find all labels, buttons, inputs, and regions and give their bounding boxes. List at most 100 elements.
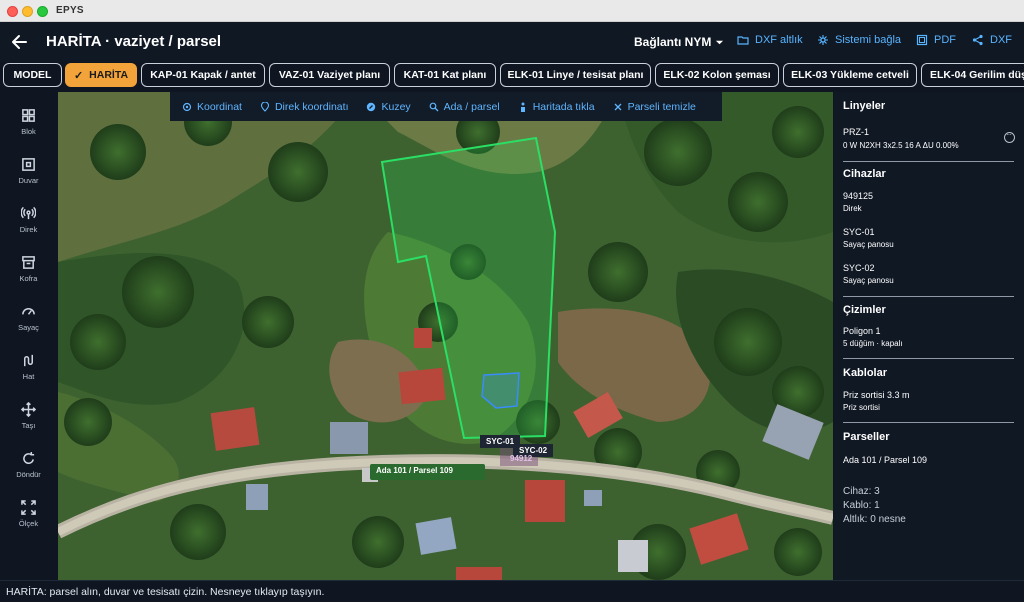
pole-coordinate-label: Direk koordinatı — [274, 100, 349, 113]
coordinate-label: Koordinat — [197, 100, 242, 113]
tab-label: ELK-01 Linye / tesisat planı — [507, 69, 644, 81]
parcel-label[interactable]: Ada 101 / Parsel 109 — [370, 464, 485, 480]
device-item-type: Direk — [843, 204, 862, 213]
tool-label: Döndür — [16, 470, 41, 479]
window-title: EPYS — [56, 5, 84, 16]
line-item-name[interactable]: PRZ-1 — [843, 127, 869, 137]
back-button[interactable] — [10, 32, 30, 52]
clear-parcel-label: Parseli temizle — [627, 100, 696, 113]
coordinate-button[interactable]: Koordinat — [182, 101, 242, 113]
tab-label: ELK-04 Gerilim düşü — [930, 69, 1024, 81]
connect-system-label: Sistemi bağla — [835, 34, 902, 46]
device-item-name[interactable]: SYC-02 — [843, 263, 875, 273]
clear-parcel-button[interactable]: Parseli temizle — [613, 101, 696, 113]
tab-label: ELK-03 Yükleme cetveli — [791, 69, 909, 81]
device-item-name[interactable]: 949125 — [843, 191, 873, 201]
tool-tasi[interactable]: Taşı — [0, 402, 57, 446]
pdf-button[interactable]: PDF — [916, 34, 956, 46]
close-window-button[interactable] — [7, 6, 18, 17]
wall-icon — [22, 158, 35, 171]
tool-kofra[interactable]: Kofra — [0, 255, 57, 299]
rotate-icon — [23, 451, 35, 464]
tool-duvar[interactable]: Duvar — [0, 157, 57, 201]
cable-item-name[interactable]: Priz sortisi 3.3 m — [843, 390, 910, 400]
connection-label: Bağlantı NYM — [634, 35, 712, 49]
tab-elk-02[interactable]: ELK-02 Kolon şeması — [655, 63, 779, 87]
island-parcel-label: Ada / parsel — [443, 100, 500, 113]
pole-label: 94912 — [510, 454, 533, 463]
hand-icon — [520, 102, 525, 112]
dxf-export-button[interactable]: DXF — [972, 34, 1012, 46]
tab-vaz-01[interactable]: VAZ-01 Vaziyet planı — [269, 63, 390, 87]
cable-count: Kablo: 1 — [843, 500, 880, 511]
divider — [843, 161, 1014, 162]
tab-elk-04[interactable]: ELK-04 Gerilim düşü — [921, 63, 1024, 87]
drawing-item-detail: 5 düğüm · kapalı — [843, 339, 903, 348]
tool-label: Duvar — [18, 176, 39, 185]
tool-label: Direk — [19, 225, 38, 234]
parcel-item-name[interactable]: Ada 101 / Parsel 109 — [843, 455, 927, 465]
parcel-polygon[interactable] — [380, 136, 557, 440]
tool-label: Blok — [21, 127, 36, 136]
tool-olcek[interactable]: Ölçek — [0, 500, 57, 544]
cables-section-title: Kablolar — [843, 367, 888, 379]
grid-icon — [22, 109, 35, 122]
tab-elk-01[interactable]: ELK-01 Linye / tesisat planı — [500, 63, 651, 87]
tool-label: Hat — [22, 372, 35, 381]
line-item-detail: 0 W N2XH 3x2.5 16 A ΔU 0.00% — [843, 141, 959, 150]
tab-kat-01[interactable]: KAT-01 Kat planı — [394, 63, 496, 87]
zoom-window-button[interactable] — [37, 6, 48, 17]
app: HARİTA · vaziyet / parsel Bağlantı NYM D… — [0, 22, 1024, 602]
search-icon — [429, 102, 439, 111]
parcel-overlay[interactable] — [58, 92, 833, 580]
properties-panel: Linyeler PRZ-1 0 W N2XH 3x2.5 16 A ΔU 0.… — [834, 92, 1024, 580]
tab-model[interactable]: MODEL — [3, 63, 62, 87]
tool-label: Kofra — [19, 274, 38, 283]
minimize-window-button[interactable] — [22, 6, 33, 17]
tool-blok[interactable]: Blok — [0, 108, 57, 152]
map-canvas[interactable]: SYC-01 SYC-02 94912 Ada 101 / Parsel 109… — [58, 92, 833, 580]
divider — [843, 422, 1014, 423]
status-text: HARİTA: parsel alın, duvar ve tesisatı ç… — [6, 586, 325, 598]
dxf-base-button[interactable]: DXF altlık — [737, 34, 803, 46]
folder-icon — [737, 36, 749, 45]
tab-label: HARİTA — [89, 69, 129, 81]
parcels-section-title: Parseller — [843, 431, 890, 443]
tab-label: KAP-01 Kapak / antet — [150, 69, 256, 81]
line-icon — [24, 354, 33, 367]
status-bar: HARİTA: parsel alın, duvar ve tesisatı ç… — [0, 580, 1024, 602]
drawing-item-name[interactable]: Poligon 1 — [843, 326, 881, 336]
pin-icon — [260, 101, 270, 112]
move-icon — [21, 402, 36, 417]
arrow-left-icon — [12, 35, 27, 49]
divider — [843, 358, 1014, 359]
base-object-count: Altlık: 0 nesne — [843, 514, 906, 525]
target-icon — [182, 102, 192, 111]
connect-system-button[interactable]: Sistemi bağla — [817, 34, 901, 46]
north-button[interactable]: Kuzey — [366, 100, 411, 113]
tab-elk-03[interactable]: ELK-03 Yükleme cetveli — [783, 63, 917, 87]
island-parcel-button[interactable]: Ada / parsel — [429, 101, 500, 113]
pdf-icon — [916, 34, 928, 46]
dxf-base-label: DXF altlık — [755, 34, 803, 46]
tool-rail: Blok Duvar Direk Kofra Sayaç Hat Taşı Dö… — [0, 92, 57, 580]
divider — [843, 296, 1014, 297]
tab-harita[interactable]: ✓ HARİTA — [65, 63, 137, 87]
pdf-label: PDF — [934, 34, 956, 46]
connection-dropdown[interactable]: Bağlantı NYM — [634, 35, 724, 49]
north-label: Kuzey — [381, 100, 411, 113]
tab-kap-01[interactable]: KAP-01 Kapak / antet — [141, 63, 265, 87]
tab-label: ELK-02 Kolon şeması — [663, 69, 771, 81]
share-icon — [972, 34, 983, 46]
device-item-name[interactable]: SYC-01 — [843, 227, 875, 237]
pole-coordinate-button[interactable]: Direk koordinatı — [260, 100, 349, 113]
tool-dondur[interactable]: Döndür — [0, 451, 57, 495]
tool-sayac[interactable]: Sayaç — [0, 304, 57, 348]
tool-hat[interactable]: Hat — [0, 353, 57, 397]
click-on-map-button[interactable]: Haritada tıkla — [518, 101, 595, 113]
tool-direk[interactable]: Direk — [0, 206, 57, 250]
more-options-icon[interactable] — [1004, 130, 1015, 143]
map-toolbar: Koordinat Direk koordinatı Kuzey Ada / p… — [170, 92, 722, 121]
tab-label: KAT-01 Kat planı — [403, 69, 487, 81]
header: HARİTA · vaziyet / parsel Bağlantı NYM D… — [0, 22, 1024, 62]
